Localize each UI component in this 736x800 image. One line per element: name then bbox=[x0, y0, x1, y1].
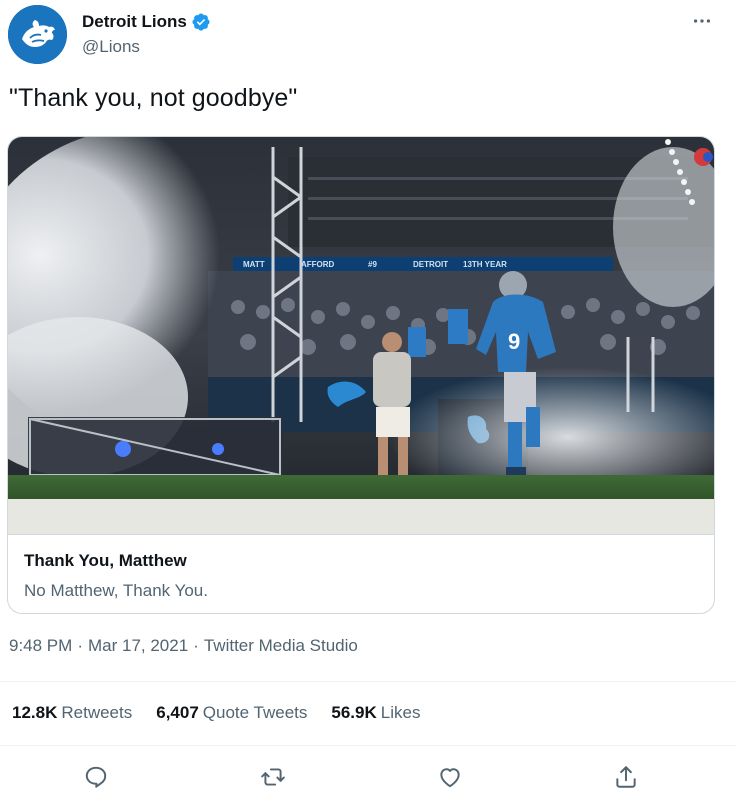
likes-stat[interactable]: 56.9K Likes bbox=[331, 703, 420, 723]
retweet-icon bbox=[261, 768, 285, 786]
action-bar bbox=[0, 752, 736, 800]
tweet-time[interactable]: 9:48 PM bbox=[9, 636, 72, 656]
tweet-meta: 9:48 PM · Mar 17, 2021 · Twitter Media S… bbox=[9, 636, 358, 656]
divider bbox=[0, 681, 736, 682]
retweets-count: 12.8K bbox=[12, 703, 58, 722]
reply-icon bbox=[85, 766, 107, 788]
tweet-header: Detroit Lions @Lions bbox=[0, 0, 736, 72]
svg-text:DETROIT: DETROIT bbox=[413, 260, 448, 269]
likes-count: 56.9K bbox=[331, 703, 377, 722]
more-dots-icon bbox=[693, 19, 711, 23]
share-icon bbox=[616, 766, 636, 788]
meta-separator: · bbox=[77, 636, 83, 655]
tweet-text: "Thank you, not goodbye" bbox=[9, 84, 298, 112]
quote-tweets-stat[interactable]: 6,407 Quote Tweets bbox=[156, 703, 307, 723]
divider bbox=[0, 745, 736, 746]
retweets-stat[interactable]: 12.8K Retweets bbox=[12, 703, 132, 723]
quote-tweets-count: 6,407 bbox=[156, 703, 199, 722]
tweet-date[interactable]: Mar 17, 2021 bbox=[88, 636, 188, 656]
quote-tweets-label: Quote Tweets bbox=[202, 703, 308, 722]
svg-text:13TH YEAR: 13TH YEAR bbox=[463, 260, 507, 269]
svg-text:#9: #9 bbox=[368, 260, 377, 269]
meta-separator: · bbox=[193, 636, 199, 655]
svg-text:9: 9 bbox=[508, 329, 520, 354]
author-name-row[interactable]: Detroit Lions bbox=[82, 11, 211, 33]
tweet-source[interactable]: Twitter Media Studio bbox=[204, 636, 358, 656]
heart-icon bbox=[440, 768, 460, 788]
like-button[interactable] bbox=[435, 762, 465, 792]
more-options-button[interactable] bbox=[688, 9, 716, 33]
reply-button[interactable] bbox=[81, 762, 111, 792]
link-card[interactable]: MATT AFFORD #9 DETROIT 13TH YEAR bbox=[7, 136, 715, 614]
likes-label: Likes bbox=[380, 703, 421, 722]
card-divider bbox=[8, 534, 714, 535]
display-name[interactable]: Detroit Lions bbox=[82, 12, 187, 32]
share-button[interactable] bbox=[611, 762, 641, 792]
retweet-button[interactable] bbox=[258, 762, 288, 792]
card-description[interactable]: No Matthew, Thank You. bbox=[24, 581, 208, 601]
engagement-stats: 12.8K Retweets 6,407 Quote Tweets 56.9K … bbox=[12, 703, 444, 723]
lions-logo-icon[interactable] bbox=[8, 5, 67, 64]
author-handle[interactable]: @Lions bbox=[82, 37, 140, 57]
card-title[interactable]: Thank You, Matthew bbox=[24, 551, 187, 571]
card-image[interactable]: MATT AFFORD #9 DETROIT 13TH YEAR bbox=[8, 137, 714, 534]
verified-badge-icon bbox=[192, 13, 210, 31]
retweets-label: Retweets bbox=[61, 703, 133, 722]
